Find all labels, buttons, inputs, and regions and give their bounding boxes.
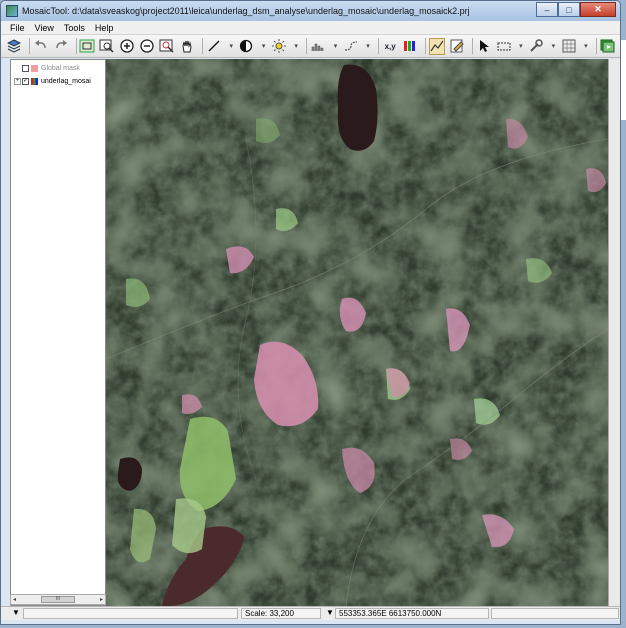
layer-checkbox[interactable] xyxy=(22,64,29,72)
status-field-empty xyxy=(491,608,619,619)
contrast-icon[interactable] xyxy=(239,38,255,55)
zoom-extent-icon[interactable] xyxy=(79,38,95,55)
map-canvas[interactable] xyxy=(106,59,608,606)
layers-icon[interactable] xyxy=(6,38,22,55)
scroll-left-icon[interactable]: ◂ xyxy=(13,596,16,603)
layer-label: Global mask xyxy=(41,64,80,72)
toolbar-separator xyxy=(202,38,204,54)
close-button[interactable]: ✕ xyxy=(580,2,616,17)
toolbar-separator xyxy=(75,38,77,54)
zoom-out-icon[interactable] xyxy=(139,38,155,55)
redo-icon[interactable] xyxy=(53,38,69,55)
toolbar: ▾ ▾ ▾ ▾ ▾ x,y ▾ ▾ ▾ xyxy=(1,35,620,58)
menu-file[interactable]: File xyxy=(5,23,30,33)
menu-bar: File View Tools Help xyxy=(1,21,620,35)
field xyxy=(172,498,206,554)
toolbar-separator xyxy=(471,38,473,54)
status-dropdown[interactable]: ▼ xyxy=(9,608,23,619)
aerial-image xyxy=(106,59,608,606)
menu-help[interactable]: Help xyxy=(90,23,119,33)
pan-icon[interactable] xyxy=(179,38,195,55)
minimize-button[interactable]: – xyxy=(536,2,558,17)
layer-label: underlag_mosai xyxy=(41,77,91,85)
histogram-icon[interactable] xyxy=(310,38,326,55)
stretch-icon[interactable] xyxy=(343,38,359,55)
toolbar-separator xyxy=(28,38,30,54)
chevron-down-icon[interactable]: ▾ xyxy=(516,38,527,55)
zoom-box-icon[interactable] xyxy=(99,38,115,55)
line-draw-icon[interactable] xyxy=(206,38,222,55)
toolbar-separator xyxy=(378,38,380,54)
bands-icon[interactable] xyxy=(402,38,418,55)
multiband-swatch-icon xyxy=(31,77,38,85)
layer-panel: Global mask + ✓ underlag_mosai xyxy=(10,59,106,606)
mask-swatch-icon xyxy=(31,64,38,72)
zoom-select-icon[interactable] xyxy=(159,38,175,55)
status-field-empty xyxy=(23,608,238,619)
edit-icon[interactable] xyxy=(449,38,465,55)
settings-icon[interactable] xyxy=(528,38,544,55)
expander[interactable] xyxy=(14,65,21,72)
toolbar-separator xyxy=(306,38,308,54)
coordinate-readout: 553353.365E 6613750.000N xyxy=(335,608,489,619)
window-title: MosaicTool: d:\data\sveaskog\project2011… xyxy=(22,6,470,16)
menu-view[interactable]: View xyxy=(30,23,59,33)
layer-checkbox-checked[interactable]: ✓ xyxy=(22,77,29,85)
run-mosaic-icon[interactable] xyxy=(600,38,616,55)
app-icon xyxy=(6,5,18,17)
chevron-down-icon[interactable]: ▾ xyxy=(581,38,592,55)
scroll-right-icon[interactable]: ▸ xyxy=(100,596,103,603)
chevron-down-icon[interactable]: ▾ xyxy=(548,38,559,55)
title-bar[interactable]: MosaicTool: d:\data\sveaskog\project2011… xyxy=(1,1,620,21)
maximize-button[interactable]: □ xyxy=(558,2,580,17)
chevron-down-icon[interactable]: ▾ xyxy=(226,38,237,55)
chevron-down-icon[interactable]: ▾ xyxy=(363,38,374,55)
menu-tools[interactable]: Tools xyxy=(59,23,90,33)
expand-icon[interactable]: + xyxy=(14,77,21,85)
window-controls: – □ ✕ xyxy=(536,2,616,17)
background-window xyxy=(621,40,626,120)
toolbar-separator xyxy=(596,38,598,54)
undo-icon[interactable] xyxy=(33,38,49,55)
application-window: MosaicTool: d:\data\sveaskog\project2011… xyxy=(0,0,621,625)
zoom-in-icon[interactable] xyxy=(119,38,135,55)
vertical-scrollbar[interactable] xyxy=(608,59,620,606)
status-bar: ▼ Scale: 33,200 ▼ 553353.365E 6613750.00… xyxy=(1,606,620,620)
brightness-icon[interactable] xyxy=(271,38,287,55)
scale-readout: Scale: 33,200 xyxy=(241,608,321,619)
layer-panel-scrollbar[interactable]: ◂ III ▸ xyxy=(10,594,106,605)
pointer-icon[interactable] xyxy=(476,38,492,55)
coordinate-icon[interactable]: x,y xyxy=(382,38,398,55)
chevron-down-icon[interactable]: ▾ xyxy=(291,38,302,55)
layer-item-underlag-mosaic[interactable]: + ✓ underlag_mosai xyxy=(11,76,105,86)
selection-box-icon[interactable] xyxy=(496,38,512,55)
chevron-down-icon[interactable]: ▾ xyxy=(330,38,341,55)
toolbar-separator xyxy=(425,38,426,54)
scale-dropdown-icon[interactable]: ▼ xyxy=(323,608,335,619)
scroll-thumb[interactable]: III xyxy=(41,596,75,603)
chevron-down-icon[interactable]: ▾ xyxy=(258,38,269,55)
layer-item-global-mask[interactable]: Global mask xyxy=(11,63,105,73)
seamline-icon[interactable] xyxy=(428,37,446,55)
grid-icon[interactable] xyxy=(561,38,577,55)
